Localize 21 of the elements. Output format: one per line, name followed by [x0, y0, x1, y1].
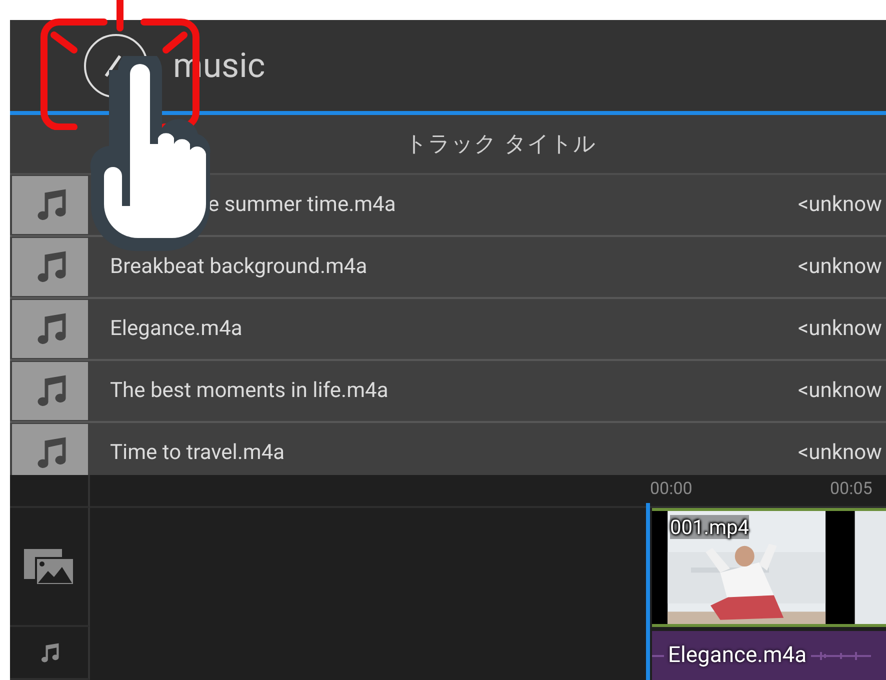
track-artist: <unknow: [798, 193, 882, 217]
time-label: 00:00: [650, 479, 692, 499]
track-title: Time to travel.m4a: [110, 441, 285, 465]
waveform-drawing: [810, 650, 871, 660]
clip-name: Elegance.m4a: [668, 643, 807, 668]
track-title: Breakbeat background.m4a: [110, 255, 368, 279]
track-row[interactable]: Breakbeat background.m4a <unknow: [10, 237, 886, 299]
track-artist: <unknow: [798, 441, 882, 465]
track-artist: <unknow: [798, 379, 882, 403]
column-title: トラック タイトル: [405, 131, 596, 159]
track-title: Elegance.m4a: [110, 317, 242, 341]
time-label: 00:05: [830, 479, 872, 499]
track-row[interactable]: Time to travel.m4a <unknow: [10, 423, 886, 475]
track-row[interactable]: Elegance.m4a <unknow: [10, 299, 886, 361]
track-artist: <unknow: [798, 317, 882, 341]
track-artist: <unknow: [798, 255, 882, 279]
clip-name: 001.mp4: [670, 515, 750, 539]
track-row[interactable]: The best moments in life.m4a <unknow: [10, 361, 886, 423]
media-icon: [24, 548, 74, 584]
audio-clip[interactable]: Elegance.m4a: [652, 631, 886, 680]
track-title: The best moments in life.m4a: [110, 379, 388, 403]
